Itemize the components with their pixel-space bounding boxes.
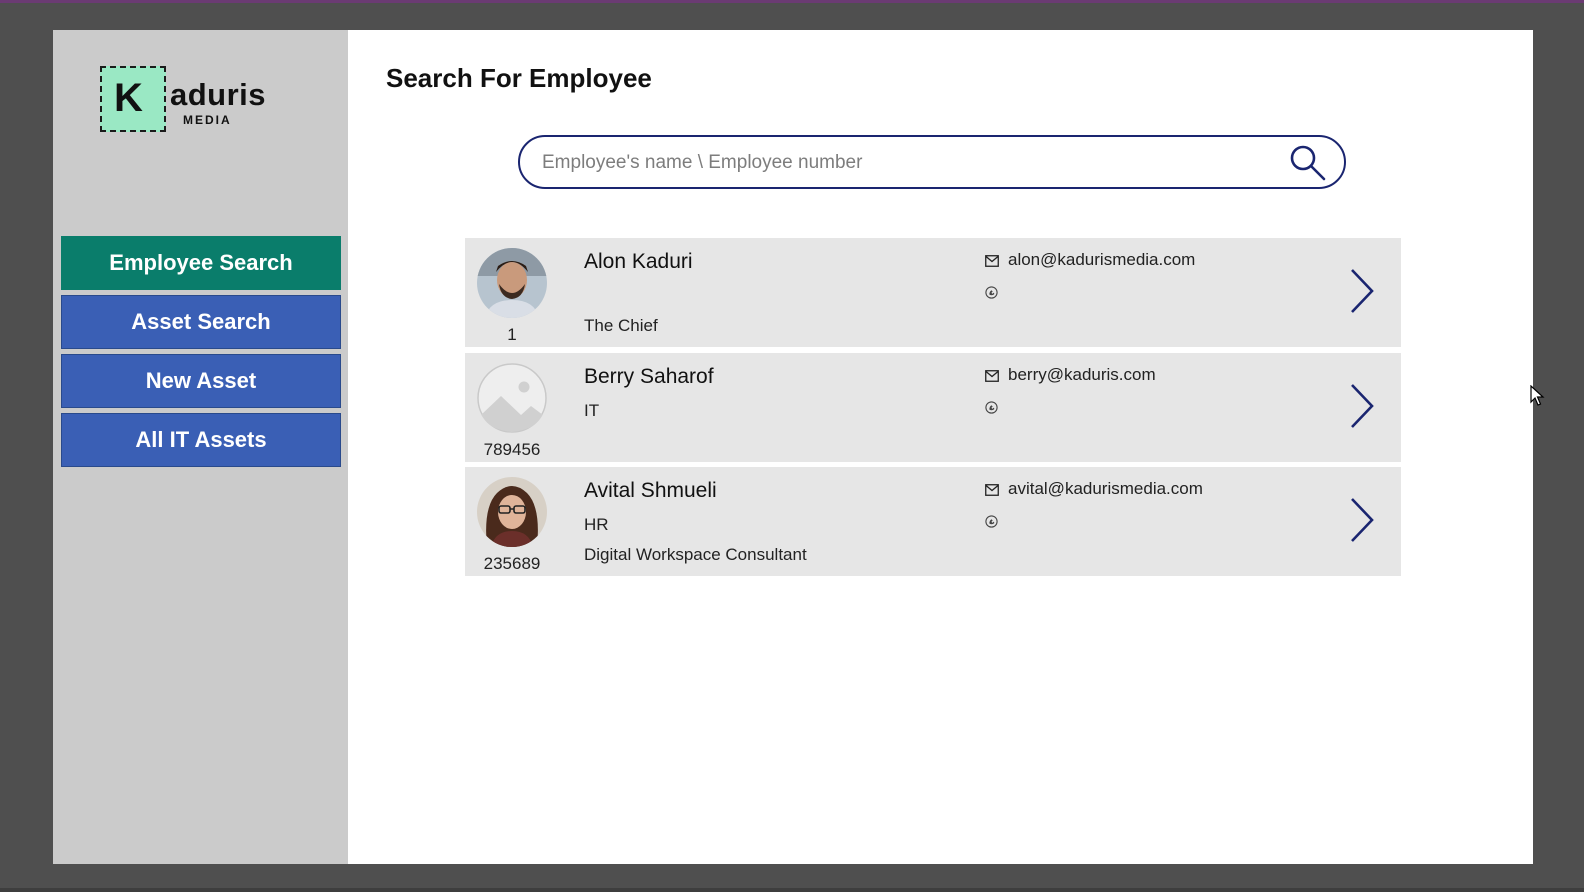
- phone-icon: [985, 401, 998, 414]
- employee-department: HR: [584, 515, 609, 534]
- logo-letter: K: [114, 76, 143, 120]
- mail-icon: [985, 484, 999, 496]
- kaduris-media-logo: K aduris MEDIA: [100, 66, 275, 138]
- search-icon[interactable]: [1288, 143, 1328, 183]
- nav-employee-search-button[interactable]: Employee Search: [61, 236, 341, 290]
- search-input[interactable]: [540, 147, 1274, 179]
- employee-email: alon@kadurismedia.com: [1008, 250, 1196, 269]
- app-canvas: K aduris MEDIA Employee Search Asset Sea…: [53, 30, 1533, 864]
- nav-all-it-assets-button[interactable]: All IT Assets: [61, 413, 341, 467]
- window-bottom-border: [0, 888, 1584, 892]
- avatar-placeholder-icon: [477, 363, 547, 433]
- search-bar: [518, 135, 1346, 189]
- employee-job-title: Digital Workspace Consultant: [584, 545, 807, 564]
- employee-number: 1: [507, 325, 517, 344]
- chevron-right-icon[interactable]: [1349, 497, 1375, 543]
- logo-subtitle: MEDIA: [183, 113, 232, 127]
- avatar-photo: [477, 477, 547, 547]
- mouse-pointer-icon: [1530, 385, 1545, 406]
- logo-wordmark: aduris: [170, 77, 267, 112]
- employee-name: Avital Shmueli: [584, 479, 717, 502]
- employee-email: berry@kaduris.com: [1008, 365, 1156, 384]
- employee-card[interactable]: 1 Alon Kaduri The Chief alon@kadurismedi…: [465, 238, 1401, 347]
- employee-name: Alon Kaduri: [584, 250, 693, 273]
- employee-name: Berry Saharof: [584, 365, 714, 388]
- phone-icon: [985, 286, 998, 299]
- chevron-right-icon[interactable]: [1349, 268, 1375, 314]
- chevron-right-icon[interactable]: [1349, 383, 1375, 429]
- mail-icon: [985, 255, 999, 267]
- nav-new-asset-button[interactable]: New Asset: [61, 354, 341, 408]
- employee-job-title: The Chief: [584, 316, 658, 335]
- employee-department: IT: [584, 401, 600, 420]
- employee-card[interactable]: 235689 Avital Shmueli HR Digital Workspa…: [465, 467, 1401, 576]
- avatar-photo: [477, 248, 547, 318]
- sidebar: K aduris MEDIA Employee Search Asset Sea…: [53, 30, 348, 864]
- employee-email: avital@kadurismedia.com: [1008, 479, 1203, 498]
- nav-asset-search-button[interactable]: Asset Search: [61, 295, 341, 349]
- employee-number: 235689: [483, 554, 541, 573]
- page-title: Search For Employee: [386, 63, 652, 93]
- employee-number: 789456: [483, 440, 541, 459]
- mail-icon: [985, 370, 999, 382]
- phone-icon: [985, 515, 998, 528]
- window-top-border: [0, 0, 1584, 3]
- employee-card[interactable]: 789456 Berry Saharof IT berry@kaduris.co…: [465, 353, 1401, 462]
